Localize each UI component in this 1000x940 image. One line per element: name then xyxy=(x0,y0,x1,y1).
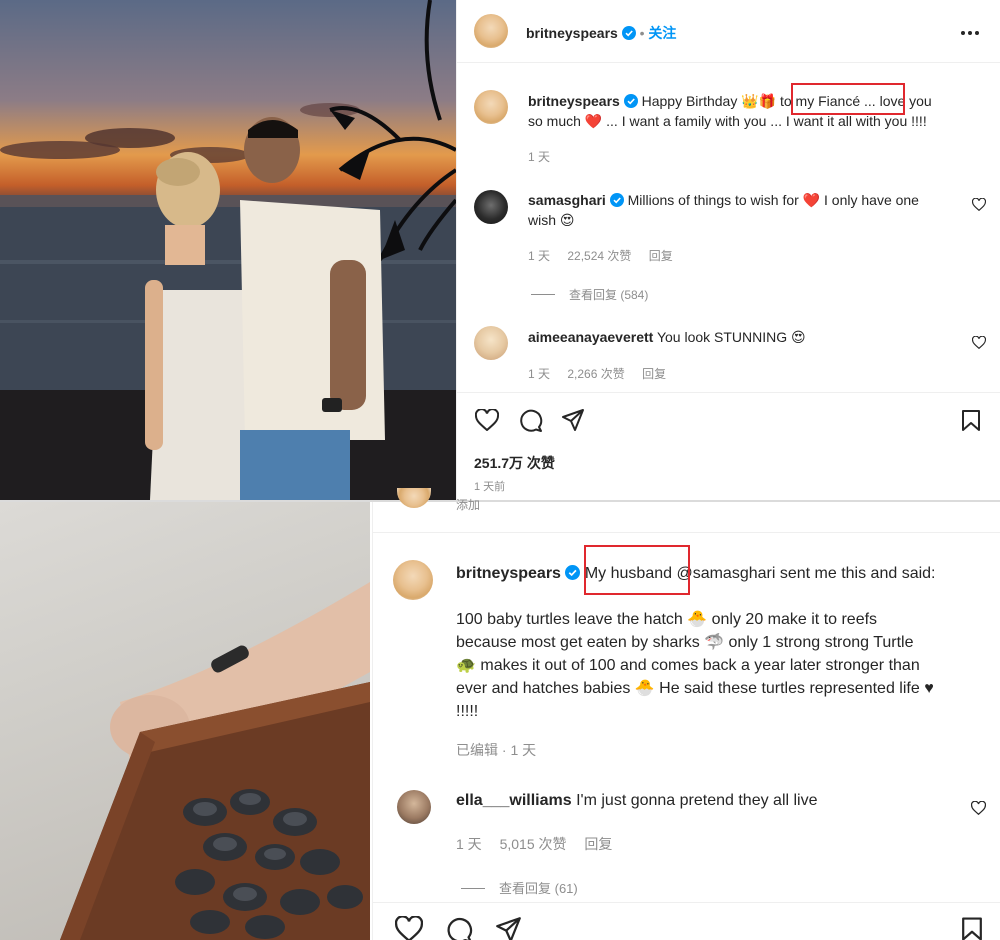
caption-text: ... I want a family with you ... I want … xyxy=(602,113,927,129)
comment-like-heart-icon[interactable] xyxy=(972,336,986,349)
username-link[interactable]: britneyspears xyxy=(456,565,561,582)
like-heart-icon[interactable] xyxy=(395,916,423,940)
comment-likes[interactable]: 2,266 次赞 xyxy=(567,367,624,381)
heart-emoji: ❤️ xyxy=(802,192,821,208)
comment-likes[interactable]: 5,015 次赞 xyxy=(500,836,567,852)
comment-meta: 1 天 22,524 次赞 回复 xyxy=(528,247,687,264)
comment-body: I'm just gonna pretend they all live xyxy=(576,792,818,809)
caption-text: Happy Birthday xyxy=(641,93,738,109)
caption-line: !!!!! xyxy=(456,703,479,720)
avatar[interactable] xyxy=(474,14,508,48)
comment-time: 1 天 xyxy=(528,367,551,381)
comment-bubble-icon[interactable] xyxy=(518,408,543,433)
partial-text: 添加 xyxy=(456,498,481,512)
comment-time: 1 天 xyxy=(456,836,482,852)
comment-time: 1 天 xyxy=(528,249,551,263)
share-send-icon[interactable] xyxy=(561,408,585,432)
reply-line xyxy=(531,294,555,295)
comment-body: Millions of things to wish for xyxy=(627,192,799,208)
comment-body: I only have one xyxy=(820,192,919,208)
caption-body: 100 baby turtles leave the hatch 🐣 only … xyxy=(456,608,934,723)
verified-badge-icon xyxy=(565,565,581,580)
caption-meta: 已编辑 · 1 天 xyxy=(456,742,537,758)
post-photo-beach-sunset[interactable] xyxy=(0,0,456,500)
view-replies[interactable]: 查看回复 (584) xyxy=(531,286,662,303)
turtles-illustration xyxy=(60,582,370,940)
bookmark-icon[interactable] xyxy=(961,916,983,940)
avatar[interactable] xyxy=(474,90,508,124)
post-panel-top: britneyspears • 关注 britneyspears Happy B… xyxy=(456,0,1000,500)
username-link[interactable]: britneyspears xyxy=(528,93,620,109)
caption-line: ever and hatches babies 🐣 He said these … xyxy=(456,680,934,697)
post-caption-header: britneyspears My husband @samasghari sen… xyxy=(456,564,936,584)
comment-meta: 1 天 5,015 次赞 回复 xyxy=(456,834,626,854)
post-header: britneyspears • 关注 xyxy=(526,23,676,43)
verified-badge-icon xyxy=(609,193,624,207)
comment-text: samasghari Millions of things to wish fo… xyxy=(528,190,968,230)
username-link[interactable]: aimeeanayaeverett xyxy=(528,329,653,345)
highlight-box xyxy=(584,545,690,595)
post-date: 1 天前 xyxy=(474,481,506,493)
divider xyxy=(373,532,1000,533)
more-horizontal-icon[interactable] xyxy=(960,30,980,36)
caption-line: because most get eaten by sharks 🦈 only … xyxy=(456,634,914,651)
view-replies-label[interactable]: 查看回复 (584) xyxy=(569,288,648,302)
avatar[interactable] xyxy=(474,326,508,360)
comment-like-heart-icon[interactable] xyxy=(972,198,986,211)
avatar[interactable] xyxy=(393,560,433,600)
comment-text: aimeeanayaeverett You look STUNNING 😍 xyxy=(528,327,968,347)
caption-line: 🐢 makes it out of 100 and comes back a y… xyxy=(456,657,920,674)
view-replies-label[interactable]: 查看回复 (61) xyxy=(499,881,578,896)
reply-button[interactable]: 回复 xyxy=(584,836,612,852)
view-replies[interactable]: 查看回复 (61) xyxy=(461,878,592,897)
comment-body: wish xyxy=(528,212,557,228)
comment-meta: 1 天 2,266 次赞 回复 xyxy=(528,365,680,382)
comment-body: You look STUNNING xyxy=(656,329,788,345)
highlight-box xyxy=(791,83,905,115)
avatar[interactable] xyxy=(474,190,508,224)
username-link[interactable]: britneyspears xyxy=(526,25,618,41)
caption-line: 100 baby turtles leave the hatch 🐣 only … xyxy=(456,611,878,628)
gift-emoji: 🎁 xyxy=(758,93,777,109)
divider xyxy=(457,62,1000,63)
verified-badge-icon xyxy=(623,94,638,108)
comment-like-heart-icon[interactable] xyxy=(971,801,986,815)
crown-emoji: 👑 xyxy=(741,93,759,109)
divider xyxy=(457,392,1000,393)
avatar[interactable] xyxy=(397,790,431,824)
caption-text: @samasghari sent me this and said: xyxy=(672,565,936,582)
heart-eyes-emoji: 😍 xyxy=(559,212,575,228)
post-photo-baby-turtles[interactable] xyxy=(0,502,370,940)
bookmark-icon[interactable] xyxy=(961,409,981,432)
likes-count[interactable]: 251.7万 次赞 xyxy=(474,453,555,473)
avatar[interactable] xyxy=(397,488,431,508)
sunset-couple-illustration xyxy=(0,0,456,500)
comment-likes[interactable]: 22,524 次赞 xyxy=(567,249,631,263)
heart-emoji: ❤️ xyxy=(584,113,603,129)
username-link[interactable]: samasghari xyxy=(528,192,606,208)
verified-badge-icon xyxy=(621,26,636,40)
caption-text: so much xyxy=(528,113,581,129)
post-panel-bottom: 添加 britneyspears My husband @samasghari … xyxy=(372,488,1000,940)
follow-button[interactable]: 关注 xyxy=(648,25,676,41)
heart-eyes-emoji: 😍 xyxy=(791,329,806,345)
comment-bubble-icon[interactable] xyxy=(445,916,473,940)
post-caption: britneyspears Happy Birthday 👑🎁 to my Fi… xyxy=(528,91,978,131)
reply-line xyxy=(461,888,485,889)
share-send-icon[interactable] xyxy=(495,916,522,940)
like-heart-icon[interactable] xyxy=(475,409,499,431)
reply-button[interactable]: 回复 xyxy=(649,249,673,263)
caption-time: 1 天 xyxy=(528,150,551,164)
reply-button[interactable]: 回复 xyxy=(642,367,666,381)
username-link[interactable]: ella___williams xyxy=(456,792,572,809)
comment-text: ella___williams I'm just gonna pretend t… xyxy=(456,792,818,810)
divider xyxy=(373,902,1000,903)
